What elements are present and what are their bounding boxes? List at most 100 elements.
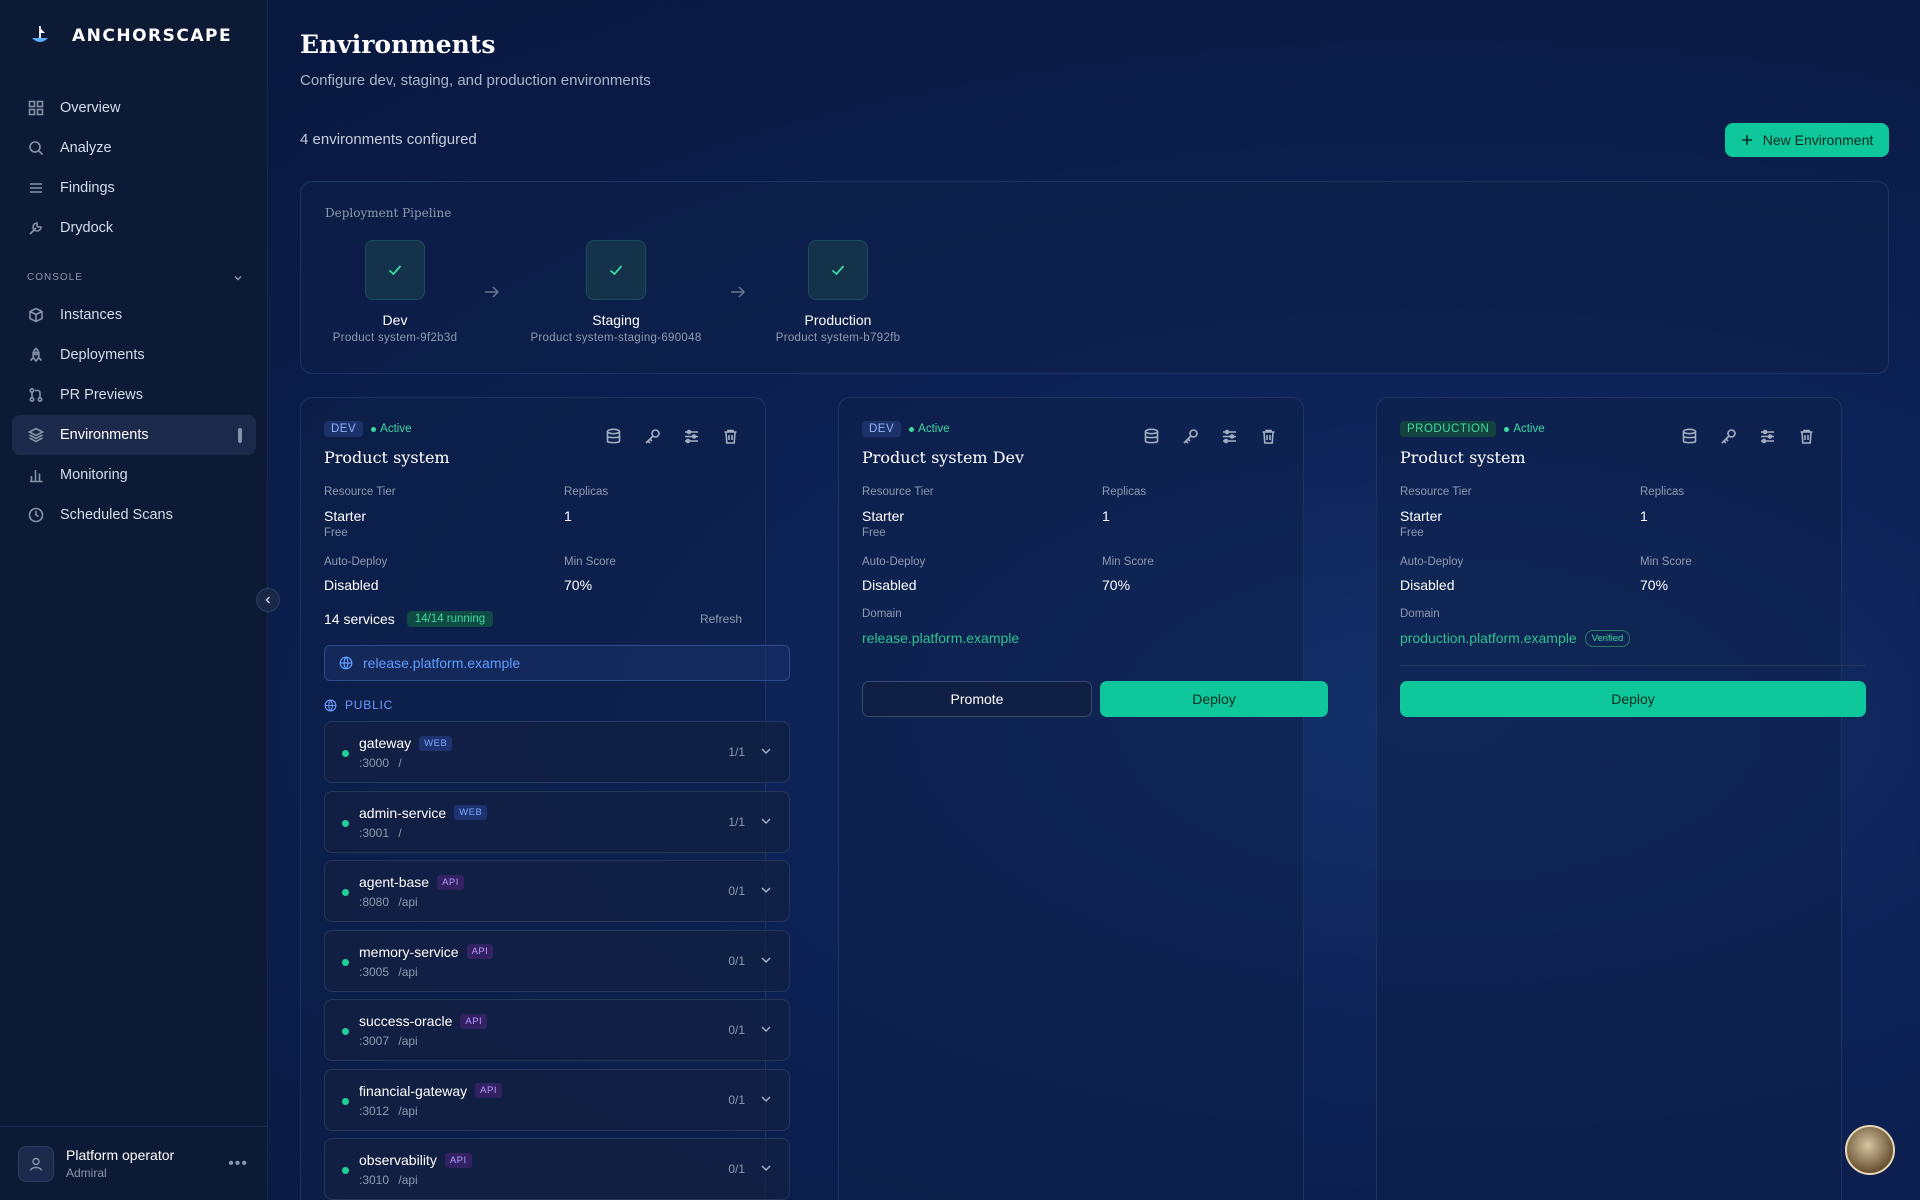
service-status-dot	[342, 750, 349, 757]
pipeline-stage-dev[interactable]: Dev Product system-9f2b3d	[295, 240, 495, 344]
user-menu[interactable]: Platform operator Admiral •••	[0, 1126, 268, 1200]
deploy-button[interactable]: Deploy	[1400, 681, 1866, 717]
service-row[interactable]: observability API:3010 /api 0/1	[324, 1138, 790, 1200]
card-actions	[1143, 428, 1277, 445]
key-icon[interactable]	[1720, 428, 1737, 445]
sliders-icon[interactable]	[1759, 428, 1776, 445]
sidebar-item-monitoring[interactable]: Monitoring	[12, 455, 256, 495]
replicas-value: 1	[1640, 508, 1648, 524]
sidebar-item-environments[interactable]: Environments	[12, 415, 256, 455]
stage-id: Product system-9f2b3d	[332, 332, 458, 344]
refresh-button[interactable]: Refresh	[700, 612, 742, 626]
resource-tier-sub: Free	[862, 527, 886, 539]
wrench-icon	[29, 222, 42, 235]
service-port: :3012	[359, 1103, 390, 1118]
trash-icon[interactable]	[1798, 428, 1815, 445]
sidebar-item-pr-previews[interactable]: PR Previews	[12, 375, 256, 415]
min-score-value: 70%	[1640, 577, 1669, 593]
service-replicas: 0/1	[728, 1162, 745, 1176]
arrow-right-icon	[485, 286, 500, 298]
key-icon[interactable]	[1182, 428, 1199, 445]
card-actions	[605, 428, 739, 445]
list-icon	[30, 183, 42, 193]
collapse-sidebar-button[interactable]	[256, 588, 280, 612]
sidebar-item-findings[interactable]: Findings	[12, 168, 256, 208]
service-replicas: 0/1	[728, 884, 745, 898]
domain-row: production.platform.example Verified	[1400, 630, 1631, 647]
chevron-down-icon[interactable]	[759, 883, 773, 897]
sliders-icon[interactable]	[683, 428, 700, 445]
sliders-icon[interactable]	[1221, 428, 1238, 445]
domain-link[interactable]: production.platform.example	[1400, 630, 1577, 646]
resource-tier-label: Resource Tier	[324, 486, 396, 498]
rocket-icon	[29, 347, 43, 363]
brand[interactable]: ANCHORSCAPE	[28, 24, 232, 48]
service-name: financial-gateway	[359, 1082, 468, 1099]
check-icon	[831, 265, 845, 276]
database-icon[interactable]	[605, 428, 622, 445]
service-type-badge: API	[466, 944, 494, 959]
trash-icon[interactable]	[722, 428, 739, 445]
pipeline-stage-production[interactable]: Production Product system-b792fb	[738, 240, 938, 344]
domain-link[interactable]: release.platform.example	[862, 630, 1019, 646]
service-row[interactable]: gateway WEB:3000 / 1/1	[324, 721, 790, 783]
new-environment-label: New Environment	[1762, 132, 1874, 148]
trash-icon[interactable]	[1260, 428, 1277, 445]
promote-button[interactable]: Promote	[862, 681, 1092, 717]
resource-tier-value: Starter	[862, 508, 905, 524]
service-replicas: 0/1	[728, 1023, 745, 1037]
service-path: /api	[398, 895, 418, 909]
auto-deploy-value: Disabled	[1400, 577, 1455, 593]
more-options-icon[interactable]: •••	[228, 1155, 248, 1173]
sidebar-item-deployments[interactable]: Deployments	[12, 335, 256, 375]
pipeline-stage-staging[interactable]: Staging Product system-staging-690048	[516, 240, 716, 344]
page-title: Environments	[300, 30, 496, 59]
service-row[interactable]: agent-base API:8080 /api 0/1	[324, 860, 790, 922]
service-row[interactable]: success-oracle API:3007 /api 0/1	[324, 999, 790, 1061]
database-icon[interactable]	[1143, 428, 1160, 445]
assistant-avatar[interactable]	[1845, 1125, 1895, 1175]
database-icon[interactable]	[1681, 428, 1698, 445]
service-type-badge: API	[475, 1083, 502, 1098]
status-text: Active	[1513, 423, 1545, 435]
chevron-down-icon[interactable]	[759, 1092, 773, 1106]
sidebar-item-scheduled-scans[interactable]: Scheduled Scans	[12, 495, 256, 535]
chevron-down-icon[interactable]	[759, 1161, 773, 1175]
status-dot	[909, 426, 915, 432]
chevron-down-icon[interactable]	[759, 1022, 773, 1036]
sidebar-item-instances[interactable]: Instances	[12, 295, 256, 335]
service-replicas: 0/1	[728, 953, 745, 968]
sidebar-item-analyze[interactable]: Analyze	[12, 128, 256, 168]
service-meta: :3010 /api	[359, 1173, 418, 1187]
chevron-down-icon[interactable]	[759, 744, 773, 758]
chevron-down-icon[interactable]	[759, 814, 773, 828]
domain-link-box[interactable]: release.platform.example	[324, 645, 790, 681]
key-icon[interactable]	[644, 428, 661, 445]
avatar	[18, 1145, 54, 1182]
status-text: Active	[380, 423, 412, 435]
environment-card-dev-2: DEV Active Product system Dev Resource T…	[838, 397, 1328, 1200]
deploy-button[interactable]: Deploy	[1100, 681, 1328, 717]
chevron-down-icon[interactable]	[759, 953, 773, 967]
resource-tier-label: Resource Tier	[862, 486, 934, 498]
service-row[interactable]: admin-service WEB:3001 / 1/1	[324, 790, 790, 853]
public-label-text: PUBLIC	[345, 698, 394, 712]
stage-name: Dev	[382, 312, 408, 328]
divider	[1400, 665, 1866, 666]
service-name-row: admin-service WEB	[359, 805, 488, 821]
min-score-value: 70%	[564, 577, 593, 593]
cube-icon	[29, 307, 43, 323]
sidebar-item-overview[interactable]: Overview	[12, 88, 256, 128]
service-row[interactable]: financial-gateway API:3012 /api 0/1	[324, 1068, 790, 1131]
env-badge: DEV	[862, 421, 902, 437]
service-row[interactable]: memory-service API:3005 /api 0/1	[324, 929, 790, 992]
service-path: /	[398, 825, 402, 840]
sidebar-item-drydock[interactable]: Drydock	[12, 208, 256, 248]
sidebar-item-label: Drydock	[60, 220, 114, 236]
sidebar: ANCHORSCAPE Overview Analyze Findings Dr…	[0, 0, 268, 1200]
new-environment-button[interactable]: New Environment	[1725, 123, 1889, 157]
service-name-row: success-oracle API	[359, 1013, 488, 1029]
plus-icon	[1741, 135, 1752, 145]
console-section-toggle[interactable]: CONSOLE	[27, 272, 243, 283]
card-tags: PRODUCTION Active	[1400, 421, 1545, 437]
